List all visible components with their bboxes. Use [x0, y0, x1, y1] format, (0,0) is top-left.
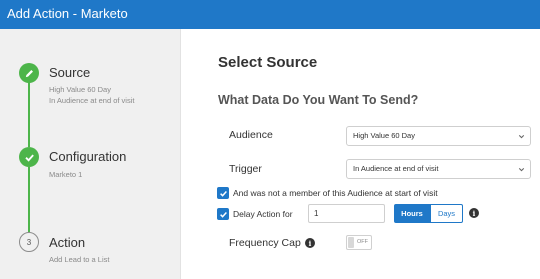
info-icon[interactable]: i [469, 208, 479, 218]
unit-days-button[interactable]: Days [430, 204, 463, 223]
page-title: Select Source [218, 54, 318, 71]
main-panel: Select Source What Data Do You Want To S… [182, 29, 540, 279]
check-icon [24, 154, 34, 162]
frequency-cap-toggle[interactable]: OFF [346, 235, 372, 250]
audience-select[interactable]: High Value 60 Day [346, 126, 531, 146]
step-number: 3 [26, 237, 32, 247]
step-source-title[interactable]: Source [49, 65, 90, 80]
step-source-audience: High Value 60 Day [49, 85, 111, 94]
checkmark-icon [219, 211, 227, 218]
delay-amount-value: 1 [314, 209, 319, 218]
step-connector-done [28, 82, 30, 147]
step-action-sub: Add Lead to a List [49, 255, 110, 264]
trigger-label: Trigger [229, 163, 262, 175]
toggle-knob [348, 237, 354, 248]
step-source-indicator[interactable] [19, 63, 39, 83]
toggle-state: OFF [357, 239, 368, 245]
chevron-down-icon [518, 168, 525, 172]
step-action-indicator[interactable]: 3 [19, 232, 39, 252]
step-configuration-indicator[interactable] [19, 147, 39, 167]
window-title: Add Action - Marketo [7, 6, 128, 21]
delay-action-label[interactable]: Delay Action for [233, 209, 293, 219]
step-configuration-sub: Marketo 1 [49, 170, 83, 179]
frequency-cap-label: Frequency Cap [229, 237, 301, 249]
not-member-checkbox[interactable] [217, 187, 229, 199]
delay-action-checkbox[interactable] [217, 208, 229, 220]
info-icon[interactable]: i [305, 238, 315, 248]
delay-amount-input[interactable]: 1 [308, 204, 385, 223]
chevron-down-icon [518, 135, 525, 139]
step-source-trigger: In Audience at end of visit [49, 96, 135, 105]
trigger-select[interactable]: In Audience at end of visit [346, 159, 531, 179]
pencil-icon [25, 69, 33, 77]
step-action-title[interactable]: Action [49, 235, 85, 250]
title-bar: Add Action - Marketo [0, 0, 540, 29]
wizard-sidebar: Source High Value 60 Day In Audience at … [0, 29, 181, 279]
unit-hours-button[interactable]: Hours [394, 204, 430, 223]
step-connector-done [28, 167, 30, 232]
section-heading: What Data Do You Want To Send? [218, 93, 419, 107]
audience-label: Audience [229, 129, 273, 141]
trigger-select-value: In Audience at end of visit [353, 164, 439, 173]
audience-select-value: High Value 60 Day [353, 131, 415, 140]
checkmark-icon [219, 190, 227, 197]
not-member-label[interactable]: And was not a member of this Audience at… [233, 188, 438, 198]
step-configuration-title[interactable]: Configuration [49, 149, 126, 164]
